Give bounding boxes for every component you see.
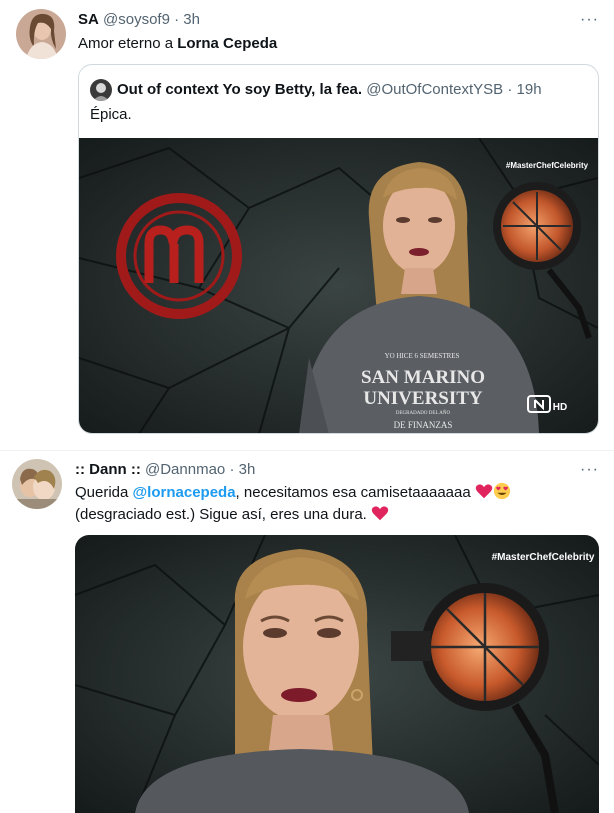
quoted-media-image[interactable]: YO HICE 6 SEMESTRES SAN MARINO UNIVERSIT… xyxy=(79,138,598,433)
tweet-2-header: :: Dann :: @Dannmao · 3h xyxy=(75,460,255,480)
author-name[interactable]: :: Dann :: xyxy=(75,461,141,478)
quoted-author-handle: @OutOfContextYSB xyxy=(366,81,504,98)
tweet-1[interactable]: SA @soysof9 · 3h ··· Amor eterno a Lorna… xyxy=(0,0,614,448)
tweet-1-header: SA @soysof9 · 3h xyxy=(78,10,200,30)
tweet-1-text: Amor eterno a Lorna Cepeda xyxy=(78,33,277,55)
tweet-text-line2-content: (desgraciado est.) Sigue así, eres una d… xyxy=(75,506,367,523)
tweet-text-line1: Querida @lornacepeda, necesitamos esa ca… xyxy=(75,482,595,504)
timestamp[interactable]: 3h xyxy=(239,461,256,478)
author-handle[interactable]: @Dannmao xyxy=(145,461,225,478)
quoted-tweet-card[interactable]: Out of context Yo soy Betty, la fea. @Ou… xyxy=(78,64,599,434)
author-handle[interactable]: @soysof9 xyxy=(103,11,170,28)
channel-badge: HD xyxy=(553,402,567,413)
avatar-sa[interactable] xyxy=(16,9,66,59)
tweet-2[interactable]: :: Dann :: @Dannmao · 3h ··· Querida @lo… xyxy=(0,451,614,813)
tweet-2-media-image[interactable]: #MasterChefCelebrity xyxy=(75,535,599,813)
mention-link[interactable]: @lornacepeda xyxy=(133,484,236,501)
tweet-text-part1: Querida xyxy=(75,484,133,501)
quoted-avatar xyxy=(90,79,112,101)
tweet-2-text: Querida @lornacepeda, necesitamos esa ca… xyxy=(75,482,595,526)
quoted-timestamp: 19h xyxy=(516,81,542,98)
author-name[interactable]: SA xyxy=(78,11,99,28)
more-icon[interactable]: ··· xyxy=(580,462,599,478)
separator-dot: · xyxy=(229,461,235,478)
shirt-small-mid: DEGRADADO DEL AÑO xyxy=(396,410,451,416)
avatar-image xyxy=(12,459,62,509)
tweet-text-prefix: Amor eterno a xyxy=(78,35,178,52)
timestamp[interactable]: 3h xyxy=(183,11,200,28)
tweet-text-line2: (desgraciado est.) Sigue así, eres una d… xyxy=(75,504,595,526)
quoted-header: Out of context Yo soy Betty, la fea. @Ou… xyxy=(117,80,542,100)
separator-dot: · xyxy=(174,11,180,28)
shirt-small-top: YO HICE 6 SEMESTRES xyxy=(385,352,460,360)
shirt-line2: UNIVERSITY xyxy=(363,388,483,409)
heart-emoji xyxy=(475,484,493,499)
watermark: #MasterChefCelebrity xyxy=(506,161,589,170)
shirt-line1: SAN MARINO xyxy=(361,367,485,388)
avatar-dann[interactable] xyxy=(12,459,62,509)
quoted-author-name: Out of context Yo soy Betty, la fea. xyxy=(117,81,363,98)
shirt-bottom: DE FINANZAS xyxy=(394,420,453,430)
separator-dot: · xyxy=(507,81,513,98)
tweet-text-part2: , necesitamos esa camisetaaaaaaa xyxy=(235,484,471,501)
heart-eyes-emoji xyxy=(493,482,510,500)
watermark: #MasterChefCelebrity xyxy=(492,552,595,563)
avatar-image xyxy=(16,9,66,59)
quoted-text: Épica. xyxy=(90,106,132,123)
more-icon[interactable]: ··· xyxy=(580,12,599,28)
heart-emoji xyxy=(371,506,389,521)
tweet-text-bold: Lorna Cepeda xyxy=(177,35,278,52)
